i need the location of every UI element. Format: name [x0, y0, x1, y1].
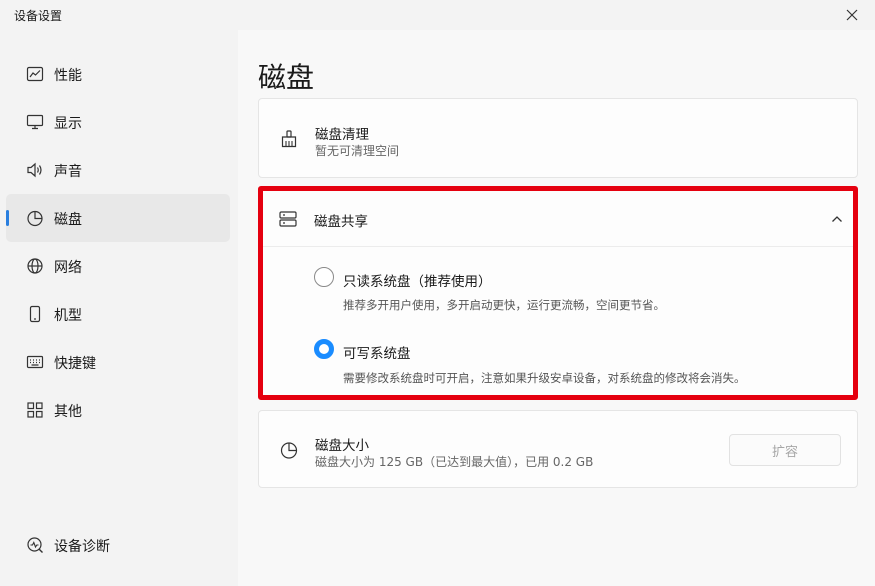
broom-icon [281, 130, 297, 148]
sidebar-item-label: 其他 [54, 404, 82, 420]
keyboard-icon [26, 355, 44, 369]
sidebar-item-diagnostics[interactable]: 设备诊断 [6, 521, 230, 569]
globe-icon [27, 258, 43, 274]
chevron-up-icon[interactable] [830, 212, 844, 226]
page-title: 磁盘 [258, 61, 315, 94]
disk-cleanup-card[interactable]: 磁盘清理 暂无可清理空间 [258, 98, 858, 178]
pie-chart-icon [27, 210, 43, 227]
sidebar-item-label: 机型 [54, 308, 82, 324]
sidebar-item-label: 声音 [54, 164, 82, 180]
diagnostics-icon [27, 537, 43, 553]
main-panel: 磁盘 磁盘清理 暂无可清理空间 磁盘共享 只读系统盘（推荐使用） 推荐多开用户使… [238, 30, 875, 586]
disk-cleanup-title: 磁盘清理 [315, 127, 369, 143]
disk-size-subtitle: 磁盘大小为 125 GB（已达到最大值），已用 0.2 GB [315, 455, 594, 469]
disk-share-header[interactable]: 磁盘共享 [263, 191, 853, 247]
sidebar-item-shortcuts[interactable]: 快捷键 [6, 338, 230, 386]
speaker-icon [27, 162, 42, 178]
performance-chart-icon [26, 66, 44, 82]
server-icon [279, 211, 297, 227]
sidebar-item-label: 网络 [54, 260, 82, 276]
sidebar-item-label: 显示 [54, 116, 82, 132]
disk-share-card: 磁盘共享 只读系统盘（推荐使用） 推荐多开用户使用，多开启动更快，运行更流畅，空… [258, 186, 858, 400]
writable-system-disk-label[interactable]: 可写系统盘 [343, 342, 411, 362]
sidebar-item-performance[interactable]: 性能 [6, 50, 230, 98]
sidebar-item-model[interactable]: 机型 [6, 290, 230, 338]
sidebar-item-sound[interactable]: 声音 [6, 146, 230, 194]
grid-icon [27, 402, 43, 418]
sidebar-item-disk[interactable]: 磁盘 [6, 194, 230, 242]
readonly-system-disk-radio[interactable] [314, 267, 334, 287]
readonly-system-disk-label[interactable]: 只读系统盘（推荐使用） [343, 270, 492, 290]
expand-capacity-button[interactable]: 扩容 [729, 434, 841, 466]
disk-share-title: 磁盘共享 [314, 214, 368, 230]
sidebar-item-network[interactable]: 网络 [6, 242, 230, 290]
sidebar-item-label: 磁盘 [54, 212, 82, 228]
pie-chart-icon [280, 442, 298, 459]
readonly-system-disk-desc: 推荐多开用户使用，多开启动更快，运行更流畅，空间更节省。 [343, 298, 665, 312]
close-icon [846, 9, 858, 21]
sidebar-item-display[interactable]: 显示 [6, 98, 230, 146]
sidebar: 性能 显示 声音 磁盘 网络 机型 快捷键 其他 设备诊断 [0, 30, 238, 586]
sidebar-item-label: 快捷键 [54, 356, 96, 372]
monitor-icon [26, 114, 44, 130]
disk-size-title: 磁盘大小 [315, 438, 369, 454]
phone-icon [29, 305, 41, 323]
disk-size-card: 磁盘大小 磁盘大小为 125 GB（已达到最大值），已用 0.2 GB 扩容 [258, 410, 858, 488]
close-button[interactable] [841, 4, 863, 26]
disk-cleanup-subtitle: 暂无可清理空间 [315, 144, 400, 158]
window-title: 设备设置 [14, 9, 63, 23]
writable-system-disk-desc: 需要修改系统盘时可开启，注意如果升级安卓设备，对系统盘的修改将会消失。 [343, 371, 746, 385]
sidebar-item-label: 性能 [54, 68, 82, 84]
writable-system-disk-radio[interactable] [314, 339, 334, 359]
sidebar-item-other[interactable]: 其他 [6, 386, 230, 434]
title-bar: 设备设置 [0, 0, 875, 30]
sidebar-item-label: 设备诊断 [54, 539, 110, 555]
